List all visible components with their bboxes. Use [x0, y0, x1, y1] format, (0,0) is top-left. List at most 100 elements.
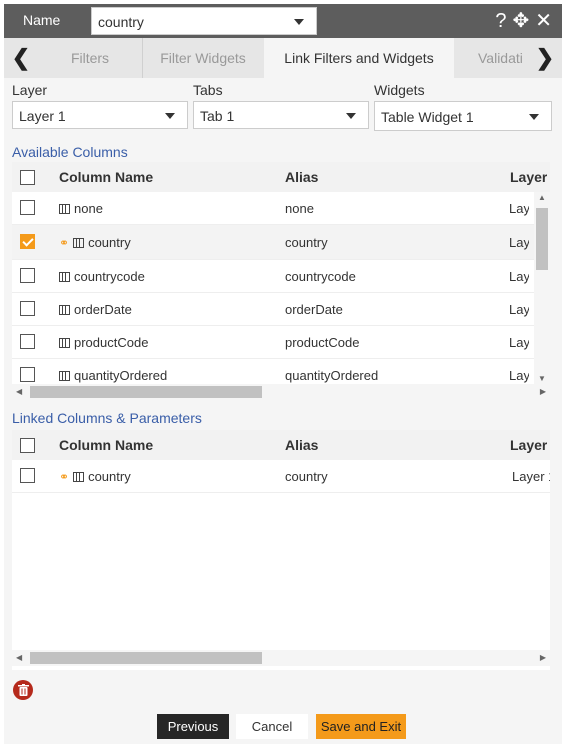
scrollbar-thumb[interactable] [30, 652, 262, 664]
trash-icon [17, 684, 29, 696]
layer-cell: Lay [509, 335, 529, 350]
tab-filters[interactable]: Filters [38, 38, 142, 78]
column-name: countrycode [74, 269, 145, 284]
scroll-left-icon[interactable]: ◀ [16, 387, 22, 396]
column-icon [59, 305, 70, 315]
scrollbar-thumb[interactable] [30, 386, 262, 398]
available-columns-table: Column Name Alias Layer none none Lay ⚭ c… [12, 162, 550, 400]
chevron-down-icon [165, 113, 175, 119]
table-row[interactable]: productCode productCode Lay [12, 326, 550, 359]
alias-cell: countrycode [285, 269, 356, 284]
alias-cell: quantityOrdered [285, 368, 379, 383]
tabs-label: Tabs [193, 82, 223, 98]
column-icon [59, 371, 70, 381]
chevron-down-icon [529, 114, 539, 120]
row-checkbox[interactable] [20, 301, 35, 316]
filter-dialog: Name country ? ✥ ✕ ❮ Filters Filter Widg… [4, 4, 562, 744]
horizontal-scrollbar[interactable]: ◀ ▶ [12, 384, 550, 400]
alias-cell: country [285, 469, 328, 484]
save-and-exit-button[interactable]: Save and Exit [316, 714, 406, 739]
link-icon: ⚭ [59, 236, 70, 250]
cancel-button[interactable]: Cancel [236, 714, 308, 739]
tab-validation[interactable]: Validati [454, 38, 528, 78]
scroll-left-icon[interactable]: ◀ [16, 653, 22, 662]
layer-header: Layer [510, 169, 548, 185]
table-row[interactable]: quantityOrdered quantityOrdered Lay [12, 359, 550, 384]
table-header: Column Name Alias Layer [12, 162, 550, 192]
alias-cell: country [285, 235, 328, 250]
move-icon[interactable]: ✥ [512, 9, 529, 33]
widgets-label: Widgets [374, 82, 425, 98]
row-checkbox[interactable] [20, 234, 35, 249]
table-row[interactable]: ⚭ country country Lay [12, 225, 550, 260]
widgets-select[interactable]: Table Widget 1 [374, 101, 552, 131]
tab-link-filters-and-widgets[interactable]: Link Filters and Widgets [264, 38, 454, 78]
table-row[interactable]: countrycode countrycode Lay [12, 260, 550, 293]
dialog-header: Name country ? ✥ ✕ [4, 4, 562, 38]
linked-columns-title: Linked Columns & Parameters [12, 410, 202, 426]
column-icon [59, 338, 70, 348]
scrollbar-thumb[interactable] [536, 208, 548, 270]
horizontal-scrollbar[interactable]: ◀ ▶ [12, 650, 550, 666]
question-icon[interactable]: ? [495, 9, 506, 33]
scroll-right-icon[interactable]: ▶ [540, 653, 546, 662]
tab-filter-widgets[interactable]: Filter Widgets [142, 38, 264, 78]
select-all-checkbox[interactable] [20, 170, 35, 185]
alias-cell: productCode [285, 335, 360, 350]
tab-bar: ❮ Filters Filter Widgets Link Filters an… [4, 38, 562, 78]
layer-label: Layer [12, 82, 48, 98]
column-icon [73, 238, 85, 248]
layer-select[interactable]: Layer 1 [12, 101, 188, 129]
column-icon [59, 204, 70, 214]
table-row[interactable]: none none Lay [12, 192, 550, 225]
column-name: country [88, 469, 131, 484]
layer-cell: Lay [509, 201, 529, 216]
name-label: Name [23, 12, 61, 28]
tabs-select[interactable]: Tab 1 [193, 101, 369, 129]
name-select-value: country [98, 14, 144, 30]
row-checkbox[interactable] [20, 200, 35, 215]
link-icon: ⚭ [59, 470, 70, 484]
column-icon [73, 472, 85, 482]
alias-header: Alias [285, 437, 319, 453]
column-name-header: Column Name [59, 169, 154, 185]
scroll-right-icon[interactable]: ▶ [540, 387, 546, 396]
column-name: none [74, 201, 103, 216]
alias-cell: none [285, 201, 314, 216]
row-checkbox[interactable] [20, 468, 35, 483]
layer-cell: Lay [509, 368, 529, 383]
name-select[interactable]: country [91, 7, 317, 35]
chevron-down-icon [294, 19, 304, 25]
available-columns-title: Available Columns [12, 144, 128, 160]
layer-cell: Layer 1 [512, 469, 550, 484]
scroll-down-icon[interactable]: ▼ [538, 374, 546, 383]
select-all-checkbox[interactable] [20, 438, 35, 453]
linked-columns-table: Column Name Alias Layer ⚭ country country… [12, 430, 550, 670]
table-row[interactable]: ⚭ country country Layer 1 [12, 460, 550, 493]
layer-select-value: Layer 1 [19, 108, 66, 124]
delete-button[interactable] [13, 680, 33, 700]
chevron-down-icon [346, 113, 356, 119]
chevron-left-icon[interactable]: ❮ [4, 38, 38, 78]
layer-cell: Lay [509, 269, 529, 284]
chevron-right-icon[interactable]: ❯ [528, 38, 562, 78]
alias-cell: orderDate [285, 302, 343, 317]
previous-button[interactable]: Previous [157, 714, 229, 739]
row-checkbox[interactable] [20, 367, 35, 382]
layer-cell: Lay [509, 235, 529, 250]
column-name: quantityOrdered [74, 368, 168, 383]
scroll-up-icon[interactable]: ▲ [538, 193, 546, 202]
column-name-header: Column Name [59, 437, 154, 453]
vertical-scrollbar[interactable]: ▲ ▼ [534, 192, 550, 384]
tabs-select-value: Tab 1 [200, 108, 235, 124]
layer-header: Layer [510, 437, 548, 453]
column-icon [59, 272, 70, 282]
table-row[interactable]: orderDate orderDate Lay [12, 293, 550, 326]
close-icon[interactable]: ✕ [535, 9, 552, 33]
layer-cell: Lay [509, 302, 529, 317]
row-checkbox[interactable] [20, 268, 35, 283]
table-header: Column Name Alias Layer [12, 430, 550, 460]
row-checkbox[interactable] [20, 334, 35, 349]
column-name: productCode [74, 335, 149, 350]
column-name: country [88, 235, 131, 250]
